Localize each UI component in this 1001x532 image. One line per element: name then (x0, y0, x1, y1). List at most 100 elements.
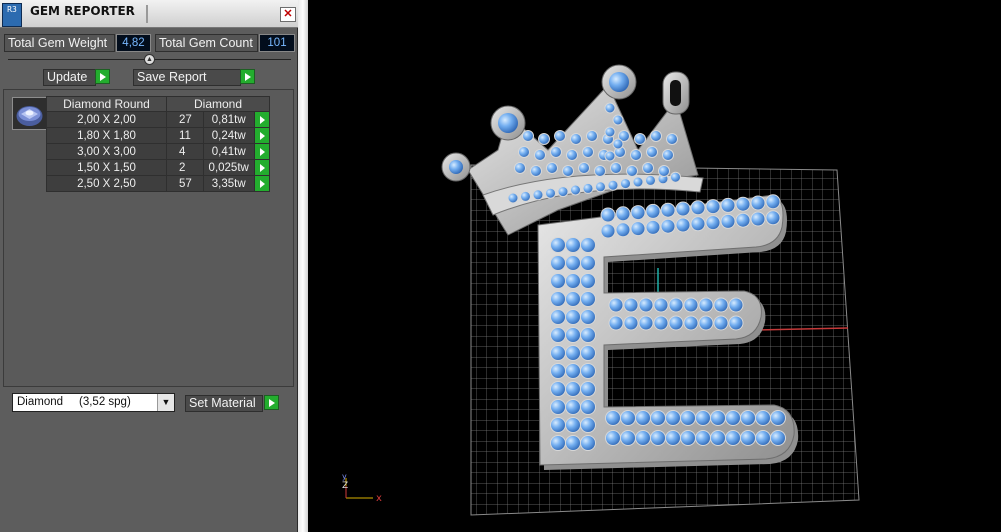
table-row[interactable]: 1,80 X 1,80 11 0,24tw (46, 127, 271, 144)
diamond-round-icon[interactable] (12, 97, 47, 130)
gem-stone (550, 417, 566, 433)
gem-stone (690, 200, 706, 216)
gem-stone (695, 430, 711, 446)
set-material-button[interactable]: Set Material (185, 395, 263, 412)
set-material-go-icon[interactable] (264, 395, 279, 410)
gem-stone (720, 213, 736, 229)
gem-stone (740, 410, 756, 426)
total-gem-weight-value: 4,82 (116, 34, 151, 52)
row-go-icon[interactable] (253, 175, 271, 192)
save-report-button[interactable]: Save Report (133, 69, 241, 86)
gem-stone (580, 291, 596, 307)
gem-stone (550, 309, 566, 325)
gem-stone (580, 345, 596, 361)
gem-stone (646, 146, 658, 158)
gem-size: 1,50 X 1,50 (46, 159, 167, 176)
gem-stone (683, 297, 699, 313)
panel-splitter[interactable] (298, 0, 308, 532)
gem-weight: 0,025tw (202, 159, 255, 176)
title-bar[interactable]: R3 GEM REPORTER ✕ (0, 0, 298, 28)
gem-stone (520, 190, 531, 202)
close-icon[interactable]: ✕ (280, 7, 296, 22)
gem-stone (565, 273, 581, 289)
gem-stone (565, 237, 581, 253)
gem-stone (550, 273, 566, 289)
gem-stone (650, 430, 666, 446)
table-row[interactable]: 2,00 X 2,00 27 0,81tw (46, 111, 271, 128)
row-go-icon[interactable] (253, 111, 271, 128)
gem-count: 11 (166, 127, 204, 144)
gem-count: 4 (166, 143, 204, 160)
gem-stone (665, 410, 681, 426)
gem-stone (608, 297, 624, 313)
gem-stone (557, 186, 569, 198)
axis-label-z: Z (342, 481, 348, 491)
window-title: GEM REPORTER (30, 4, 135, 18)
gem-size: 2,50 X 2,50 (46, 175, 167, 192)
gem-stone (725, 430, 741, 446)
gem-stone (728, 297, 744, 313)
gem-stone (565, 309, 581, 325)
gem-stone (740, 430, 756, 446)
title-separator (146, 5, 148, 23)
gem-stone (750, 211, 766, 227)
save-report-go-icon[interactable] (240, 69, 255, 84)
gem-stone (750, 195, 766, 211)
gem-size: 1,80 X 1,80 (46, 127, 167, 144)
gem-stone (565, 381, 581, 397)
gem-stone (725, 410, 741, 426)
gem-stone (620, 410, 636, 426)
table-row[interactable]: 3,00 X 3,00 4 0,41tw (46, 143, 271, 160)
gem-stone (580, 363, 596, 379)
gem-stone (565, 399, 581, 415)
total-gem-count-label: Total Gem Count (155, 34, 258, 52)
row-go-icon[interactable] (253, 159, 271, 176)
gem-stone (645, 203, 661, 219)
3d-viewport[interactable]: y Z x (308, 0, 1001, 532)
gem-count: 2 (166, 159, 204, 176)
gem-stone (550, 345, 566, 361)
gem-stone (650, 130, 662, 142)
table-row[interactable]: 2,50 X 2,50 57 3,35tw (46, 175, 271, 192)
gem-stone (580, 399, 596, 415)
gem-weight: 0,81tw (202, 111, 255, 128)
gem-stone (566, 149, 578, 161)
gem-stone (546, 162, 558, 174)
gem-stone (550, 237, 566, 253)
gem-stone (522, 130, 534, 142)
collapse-handle-icon[interactable]: ▲ (144, 54, 155, 65)
gem-stone (735, 196, 751, 212)
gem-stone (604, 150, 616, 162)
row-go-icon[interactable] (253, 127, 271, 144)
gem-stone (604, 102, 616, 114)
gem-stone (600, 207, 616, 223)
gem-stone (710, 430, 726, 446)
gem-stone (550, 291, 566, 307)
gem-stone (600, 223, 616, 239)
gem-weight: 3,35tw (202, 175, 255, 192)
gem-stone (653, 315, 669, 331)
gem-stone (634, 133, 646, 145)
gem-stone (604, 126, 616, 138)
gem-stone (658, 165, 670, 177)
gem-stone (680, 410, 696, 426)
gem-stone (608, 315, 624, 331)
row-go-icon[interactable] (253, 143, 271, 160)
table-row[interactable]: 1,50 X 1,50 2 0,025tw (46, 159, 271, 176)
gem-stone (570, 133, 582, 145)
gem-stone (666, 133, 678, 145)
gem-stone (645, 219, 661, 235)
gem-stone (538, 133, 550, 145)
gem-stone (623, 315, 639, 331)
gem-stone (620, 430, 636, 446)
update-go-icon[interactable] (95, 69, 110, 84)
viewport-canvas: y Z x (342, 64, 860, 516)
gem-stone (518, 146, 530, 158)
gem-stone (565, 291, 581, 307)
gem-stone (710, 410, 726, 426)
gem-stone (565, 417, 581, 433)
gem-stone (514, 162, 526, 174)
material-select[interactable]: Diamond (3,52 spg) ▼ (12, 393, 175, 412)
update-button[interactable]: Update (43, 69, 96, 86)
dropdown-arrow-icon[interactable]: ▼ (157, 394, 174, 411)
